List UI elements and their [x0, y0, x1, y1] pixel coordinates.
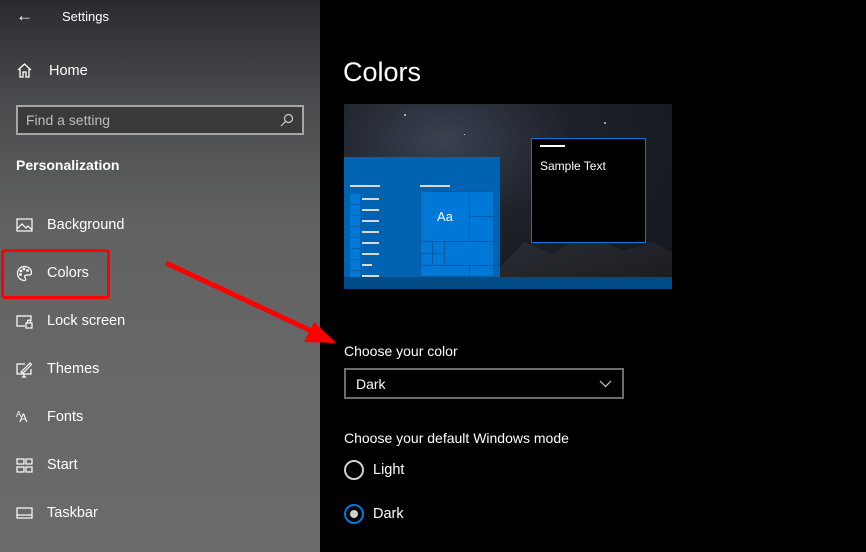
window-title: Settings [62, 9, 109, 24]
fonts-icon: AA [16, 409, 27, 425]
search-input[interactable]: Find a setting [16, 105, 304, 135]
search-placeholder: Find a setting [26, 112, 111, 128]
sidebar-item-home[interactable]: Home [16, 62, 88, 79]
section-heading: Personalization [16, 157, 120, 173]
chevron-down-icon [599, 380, 612, 387]
highlight-box [1, 249, 110, 299]
sidebar: ← Settings Home Find a setting Personali… [0, 0, 320, 552]
nav-label: Themes [47, 361, 100, 377]
search-icon [280, 113, 294, 127]
sample-text: Sample Text [540, 159, 606, 173]
radio-dark[interactable]: Dark [344, 504, 404, 524]
sidebar-item-fonts[interactable]: AA Fonts [16, 405, 83, 429]
choose-color-dropdown[interactable]: Dark [344, 368, 624, 399]
nav-label: Start [47, 457, 78, 473]
color-preview: Aa Sample Text [344, 104, 672, 289]
preview-window: Sample Text [531, 138, 646, 243]
arrow-left-icon: ← [16, 6, 33, 25]
sidebar-item-start[interactable]: Start [16, 453, 78, 477]
sidebar-item-lock-screen[interactable]: Lock screen [16, 309, 125, 333]
taskbar-icon [16, 506, 33, 519]
main-content: Colors Aa Sample Text Choose your color … [320, 0, 866, 552]
choose-color-label: Choose your color [344, 343, 458, 359]
home-icon [17, 63, 32, 78]
lock-screen-icon [16, 314, 33, 329]
image-icon [16, 217, 33, 232]
back-button[interactable]: ← [16, 6, 33, 26]
preview-taskbar [344, 277, 672, 289]
preview-tile: Aa [420, 191, 470, 242]
windows-mode-label: Choose your default Windows mode [344, 430, 569, 446]
preview-start-menu: Aa [344, 157, 500, 281]
nav-label: Taskbar [47, 505, 98, 521]
radio-label: Dark [373, 506, 404, 522]
dropdown-value: Dark [356, 375, 386, 392]
page-title: Colors [343, 57, 422, 87]
start-icon [16, 457, 33, 473]
radio-label: Light [373, 462, 405, 478]
home-label: Home [49, 62, 88, 79]
radio-circle-selected[interactable] [344, 504, 364, 524]
sidebar-item-background[interactable]: Background [16, 213, 124, 237]
sidebar-item-themes[interactable]: Themes [16, 357, 99, 381]
nav-label: Lock screen [47, 313, 126, 329]
themes-icon [16, 361, 33, 378]
radio-light[interactable]: Light [344, 460, 404, 480]
radio-circle[interactable] [344, 460, 364, 480]
nav-label: Background [47, 217, 125, 233]
nav-label: Fonts [47, 409, 84, 425]
sidebar-item-taskbar[interactable]: Taskbar [16, 501, 98, 525]
